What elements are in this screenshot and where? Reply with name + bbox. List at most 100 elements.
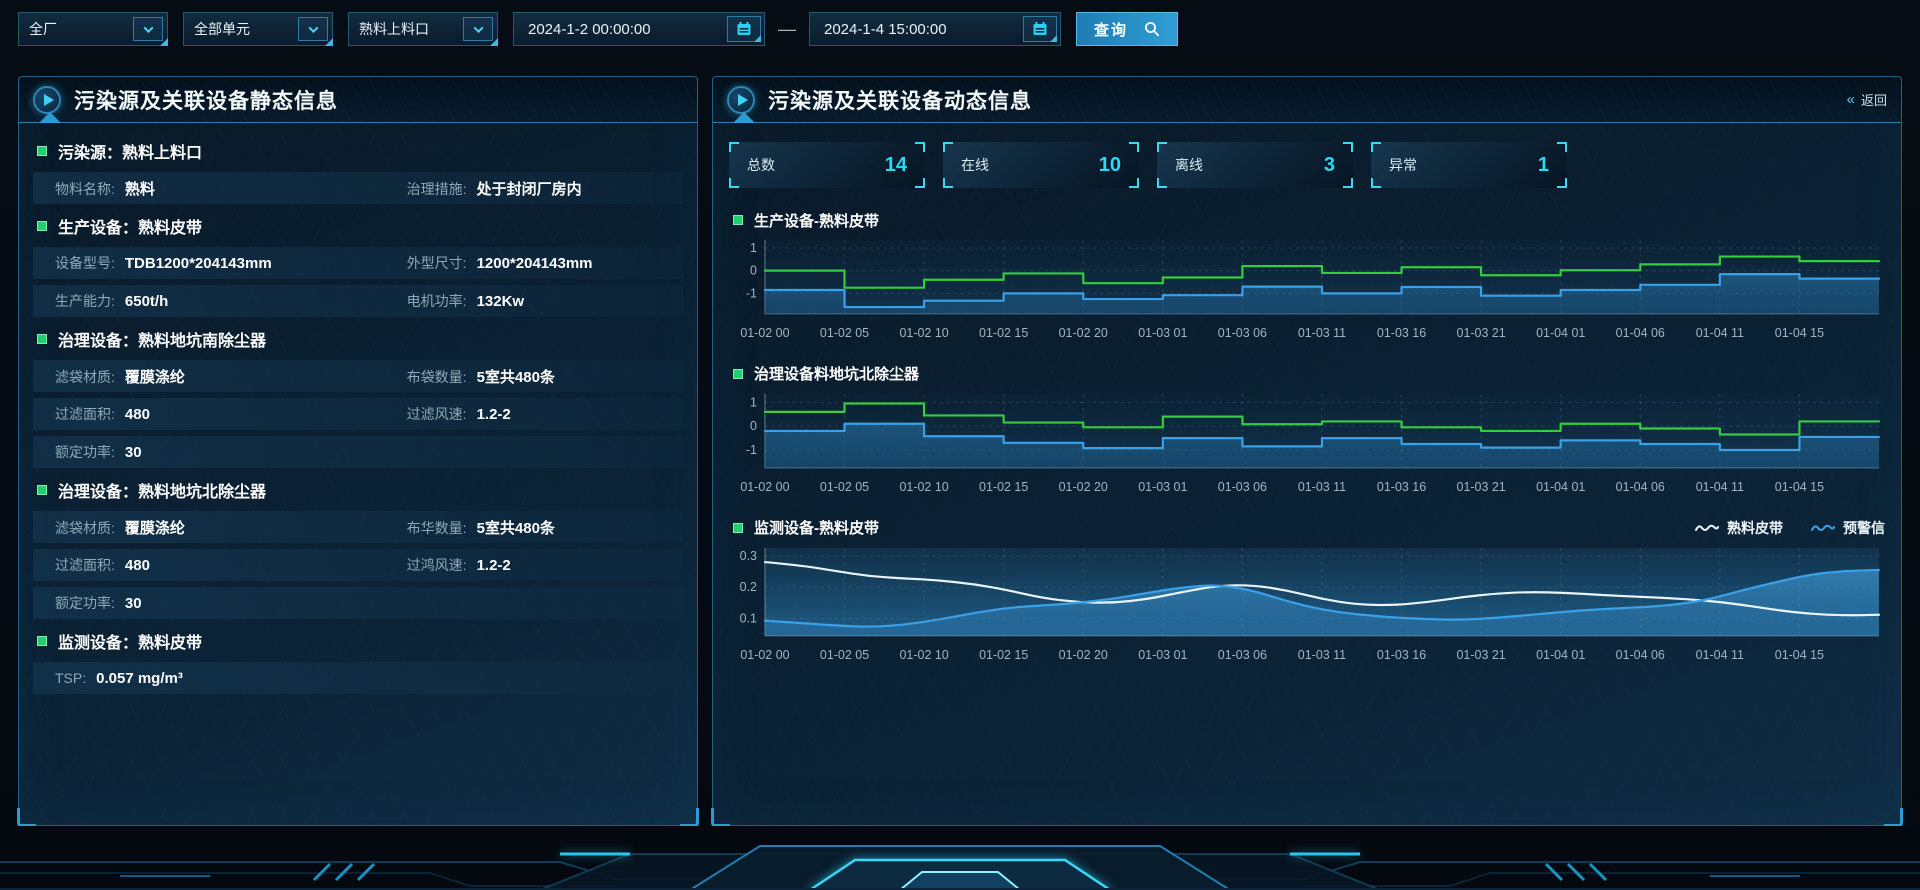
main-content: 污染源及关联设备静态信息 污染源：熟料上料口物料名称:熟料治理措施:处于封闭厂房… (0, 76, 1920, 826)
info-label: 治理措施: (407, 179, 467, 199)
chevron-down-icon[interactable] (298, 17, 328, 41)
corner-accent (729, 142, 739, 152)
info-value: 480 (125, 557, 150, 574)
calendar-icon[interactable] (727, 16, 761, 42)
info-value: 熟料 (125, 178, 155, 199)
static-panel-title-bar: 污染源及关联设备静态信息 (19, 77, 697, 123)
info-row: 物料名称:熟料治理措施:处于封闭厂房内 (33, 172, 683, 204)
chart-header-treatment-dust-collector: 治理设备料地坑北除尘器 (729, 360, 1885, 388)
svg-text:0: 0 (750, 419, 757, 433)
stat-box-异常: 异常1 (1371, 142, 1567, 188)
legend-label: 预警信 (1843, 518, 1885, 538)
filter-select-plant[interactable]: 全厂 (18, 12, 168, 46)
info-value: 处于封闭厂房内 (477, 178, 582, 199)
svg-text:01-02 05: 01-02 05 (820, 326, 869, 340)
dynamic-panel-title: 污染源及关联设备动态信息 (768, 85, 1032, 115)
chart-monitor-belt: 0.30.20.101-02 0001-02 0501-02 1001-02 1… (729, 542, 1885, 664)
info-row: 额定功率:30 (33, 587, 683, 619)
info-cell: 滤袋材质:覆膜涤纶 (55, 517, 407, 538)
filter-select-unit[interactable]: 全部单元 (183, 12, 333, 46)
svg-text:01-03 16: 01-03 16 (1377, 647, 1426, 661)
legend-item-熟料皮带[interactable]: 熟料皮带 (1695, 518, 1783, 538)
svg-text:01-04 01: 01-04 01 (1536, 326, 1585, 340)
corner-accent (1157, 142, 1167, 152)
svg-text:01-02 15: 01-02 15 (979, 480, 1028, 494)
back-button[interactable]: « 返回 (1847, 90, 1887, 109)
info-row: 过滤面积:480过鸿风速:1.2-2 (33, 549, 683, 581)
info-row: 设备型号: TDB1200*204143mm 外型尺寸:1200*204143mm (33, 247, 683, 279)
svg-text:01-02 05: 01-02 05 (820, 647, 869, 661)
svg-text:01-02 10: 01-02 10 (899, 647, 948, 661)
svg-text:01-04 06: 01-04 06 (1616, 647, 1665, 661)
stat-value: 14 (885, 154, 907, 177)
chart-area-monitor-belt: 0.30.20.101-02 0001-02 0501-02 1001-02 1… (729, 542, 1885, 664)
corner-accent (1157, 178, 1167, 188)
date-from-input[interactable]: 2024-1-2 00:00:00 (513, 12, 765, 46)
double-chevron-left-icon: « (1847, 91, 1854, 108)
footer-decoration (0, 826, 1920, 890)
info-label: 过滤风速: (407, 404, 467, 424)
info-label: 滤袋材质: (55, 518, 115, 538)
green-square-icon (733, 215, 743, 225)
filter-select-source[interactable]: 熟料上料口 (348, 12, 498, 46)
back-button-label: 返回 (1861, 90, 1887, 109)
svg-text:01-03 06: 01-03 06 (1218, 326, 1267, 340)
info-cell: 滤袋材质:覆膜涤纶 (55, 366, 407, 387)
footer-decoration-graphic (0, 826, 1920, 890)
info-cell: 过滤风速:1.2-2 (407, 404, 683, 424)
info-value: 30 (125, 444, 142, 461)
info-label: 设备型号: (55, 253, 115, 273)
legend-item-预警信[interactable]: 预警信 (1811, 518, 1885, 538)
chevron-down-icon[interactable] (463, 17, 493, 41)
svg-text:01-02 10: 01-02 10 (899, 326, 948, 340)
chevron-down-icon[interactable] (133, 17, 163, 41)
calendar-icon[interactable] (1023, 16, 1057, 42)
info-label: 过鸿风速: (407, 555, 467, 575)
chart-block-treatment-dust-collector: 治理设备料地坑北除尘器10-101-02 0001-02 0501-02 100… (729, 360, 1885, 496)
section-header-label: 监测设备：熟料皮带 (58, 629, 202, 653)
info-label: 布华数量: (407, 518, 467, 538)
svg-text:01-02 00: 01-02 00 (740, 480, 789, 494)
corner-accent (1129, 178, 1139, 188)
date-to-input[interactable]: 2024-1-4 15:00:00 (809, 12, 1061, 46)
info-label: 电机功率: (407, 291, 467, 311)
corner-accent (943, 142, 953, 152)
search-button[interactable]: 查询 (1076, 12, 1178, 46)
info-value: 0.057 mg/m³ (96, 670, 183, 687)
search-icon (1144, 21, 1160, 37)
info-label: 生产能力: (55, 291, 115, 311)
section-header-label: 治理设备：熟料地坑南除尘器 (58, 327, 266, 351)
stat-box-在线: 在线10 (943, 142, 1139, 188)
wave-line-icon (1811, 523, 1835, 533)
svg-text:0.1: 0.1 (740, 611, 757, 625)
svg-text:01-04 11: 01-04 11 (1696, 326, 1744, 340)
corner-accent (915, 178, 925, 188)
info-value: TDB1200*204143mm (125, 255, 272, 272)
chart-legend: 熟料皮带 预警信 (1695, 518, 1885, 538)
chart-header-monitor-belt: 监测设备-熟料皮带熟料皮带预警信 (729, 514, 1885, 542)
date-range-separator: — (778, 19, 796, 40)
info-cell: 外型尺寸:1200*204143mm (407, 253, 683, 273)
svg-text:01-02 20: 01-02 20 (1059, 647, 1108, 661)
svg-text:01-04 06: 01-04 06 (1616, 480, 1665, 494)
legend-label: 熟料皮带 (1727, 518, 1783, 538)
stat-value: 1 (1538, 154, 1549, 177)
chart-block-monitor-belt: 监测设备-熟料皮带熟料皮带预警信0.30.20.101-02 0001-02 0… (729, 514, 1885, 664)
corner-accent (915, 142, 925, 152)
info-cell: TSP:0.057 mg/m³ (55, 670, 407, 687)
svg-text:01-02 00: 01-02 00 (740, 326, 789, 340)
corner-accent (1343, 178, 1353, 188)
stat-value: 3 (1324, 154, 1335, 177)
svg-text:01-03 16: 01-03 16 (1377, 480, 1426, 494)
corner-accent (1371, 142, 1381, 152)
info-label: 额定功率: (55, 442, 115, 462)
svg-text:01-03 16: 01-03 16 (1377, 326, 1426, 340)
svg-text:01-03 01: 01-03 01 (1138, 326, 1187, 340)
info-label: 外型尺寸: (407, 253, 467, 273)
stat-label: 总数 (747, 155, 775, 175)
chart-block-production-belt: 生产设备-熟料皮带10-101-02 0001-02 0501-02 1001-… (729, 206, 1885, 342)
svg-text:01-02 00: 01-02 00 (740, 647, 789, 661)
svg-text:01-04 01: 01-04 01 (1536, 480, 1585, 494)
svg-text:01-03 06: 01-03 06 (1218, 647, 1267, 661)
filter-select-source-value: 熟料上料口 (359, 19, 429, 39)
